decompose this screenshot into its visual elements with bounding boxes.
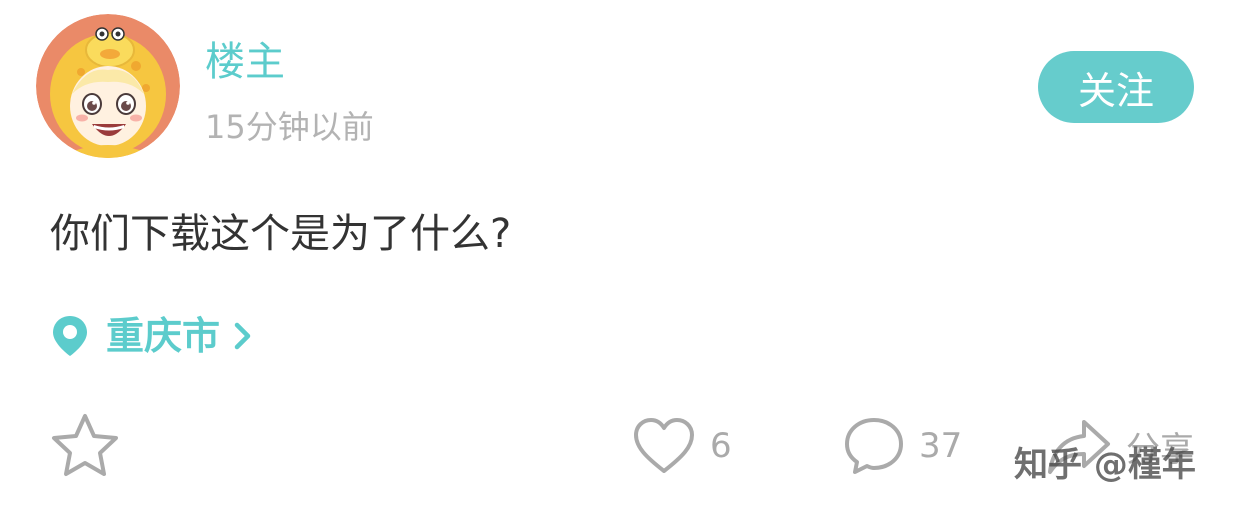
location-label: 重庆市 xyxy=(106,314,221,358)
like-count: 6 xyxy=(710,426,732,466)
star-icon[interactable] xyxy=(50,412,120,478)
share-arrow-icon xyxy=(1048,420,1110,474)
avatar[interactable] xyxy=(36,14,180,158)
comment-button[interactable]: 37 xyxy=(843,412,962,480)
follow-button[interactable]: 关注 xyxy=(1038,51,1194,123)
comment-count: 37 xyxy=(919,426,963,466)
heart-icon xyxy=(634,418,694,473)
post-timestamp: 15分钟以前 xyxy=(205,108,374,146)
location-pin-icon xyxy=(53,316,87,356)
chevron-right-icon xyxy=(234,322,251,350)
post-text: 你们下载这个是为了什么? xyxy=(50,211,512,257)
comment-bubble-icon xyxy=(845,418,903,474)
like-button[interactable]: 6 xyxy=(632,412,732,480)
location-link[interactable]: 重庆市 xyxy=(50,310,254,362)
share-label: 分享 xyxy=(1126,429,1194,470)
avatar-illustration xyxy=(36,14,180,158)
share-button[interactable]: 分享 xyxy=(1046,412,1194,480)
author-name[interactable]: 楼主 xyxy=(205,36,285,88)
